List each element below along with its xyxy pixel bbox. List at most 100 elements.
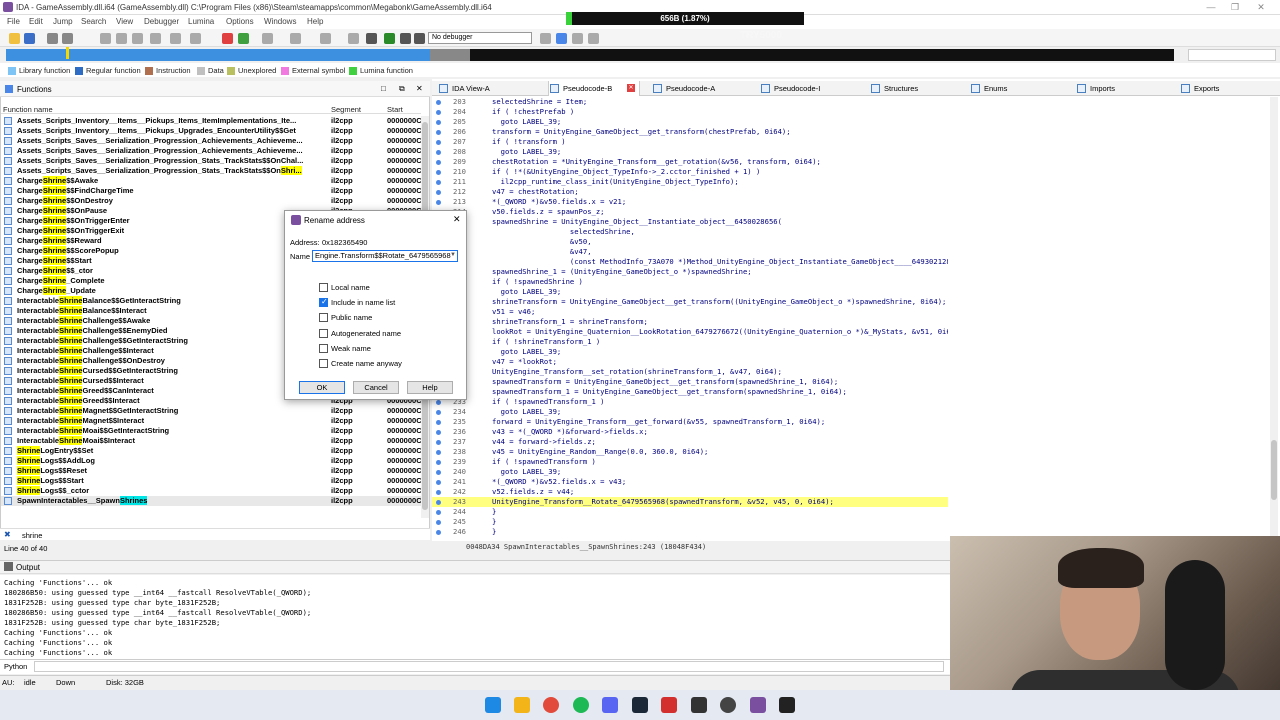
breakpoint-dot-icon[interactable] bbox=[436, 110, 441, 115]
name-input[interactable]: Engine.Transform$$Rotate_6479565968 bbox=[312, 250, 458, 262]
code-line[interactable]: 218 &v47, bbox=[432, 247, 948, 257]
code-line[interactable]: 221if ( !spawnedShrine ) bbox=[432, 277, 948, 287]
code-line[interactable]: 235 forward = UnityEngine_Transform__get_… bbox=[432, 417, 948, 427]
function-row[interactable]: InteractableShrineMagnet$$GetInteractStr… bbox=[1, 406, 422, 416]
code-line[interactable]: 206 transform = UnityEngine_GameObject__g… bbox=[432, 127, 948, 137]
menu-help[interactable]: Help bbox=[307, 17, 323, 26]
filter-input[interactable]: shrine bbox=[22, 531, 42, 540]
tab-ida-view-a[interactable]: IDA View-A bbox=[438, 81, 534, 96]
breakpoint-dot-icon[interactable] bbox=[436, 170, 441, 175]
code-line[interactable]: 230UnityEngine_Transform__set_rotation(s… bbox=[432, 367, 948, 377]
toolbar-tool-icon[interactable] bbox=[556, 33, 567, 44]
function-row[interactable]: ShrineLogs$$Reset il2cpp 0000000C bbox=[1, 466, 422, 476]
run-icon[interactable] bbox=[384, 33, 395, 44]
toolbar-tool-icon[interactable] bbox=[290, 33, 301, 44]
code-line[interactable]: 208 goto LABEL_39; bbox=[432, 147, 948, 157]
function-row[interactable]: ShrineLogs$$Start il2cpp 0000000C bbox=[1, 476, 422, 486]
python-selector[interactable]: Python bbox=[4, 662, 27, 671]
save-icon[interactable] bbox=[24, 33, 35, 44]
code-line[interactable]: 226lookRot = UnityEngine_Quaternion__Loo… bbox=[432, 327, 948, 337]
breakpoint-dot-icon[interactable] bbox=[436, 530, 441, 535]
menu-windows[interactable]: Windows bbox=[264, 17, 296, 26]
code-line[interactable]: 219 (const MethodInfo_73A070 *)Method_Un… bbox=[432, 257, 948, 267]
code-line[interactable]: 203 selectedShrine = Item; bbox=[432, 97, 948, 107]
restore-panel-icon[interactable]: □ bbox=[381, 84, 386, 93]
code-line[interactable]: 240 goto LABEL_39; bbox=[432, 467, 948, 477]
breakpoint-dot-icon[interactable] bbox=[436, 460, 441, 465]
breakpoint-dot-icon[interactable] bbox=[436, 180, 441, 185]
function-row[interactable]: InteractableShrineMagnet$$Interact il2cpp… bbox=[1, 416, 422, 426]
column-start[interactable]: Start bbox=[387, 105, 403, 114]
code-line[interactable]: 210 if ( !*(&UnityEngine_Object_TypeInfo-… bbox=[432, 167, 948, 177]
column-function-name[interactable]: Function name bbox=[3, 105, 53, 114]
dialog-close-icon[interactable]: ✕ bbox=[453, 214, 461, 225]
code-line[interactable]: 245} bbox=[432, 517, 948, 527]
app-icon[interactable] bbox=[661, 697, 677, 713]
code-line[interactable]: 233 if ( !spawnedTransform_1 ) bbox=[432, 397, 948, 407]
breakpoint-dot-icon[interactable] bbox=[436, 200, 441, 205]
breakpoint-dot-icon[interactable] bbox=[436, 490, 441, 495]
breakpoint-dot-icon[interactable] bbox=[436, 440, 441, 445]
code-line[interactable]: 236 v43 = *(_QWORD *)&forward->fields.x; bbox=[432, 427, 948, 437]
toolbar-tool-icon[interactable] bbox=[238, 33, 249, 44]
stop-icon[interactable] bbox=[366, 33, 377, 44]
file-explorer-icon[interactable] bbox=[514, 697, 530, 713]
filter-clear-icon[interactable]: ✖ bbox=[4, 530, 11, 539]
function-row[interactable]: ShrineLogEntry$$Set il2cpp 0000000C bbox=[1, 446, 422, 456]
menu-edit[interactable]: Edit bbox=[29, 17, 43, 26]
code-line[interactable]: 205 goto LABEL_39; bbox=[432, 117, 948, 127]
windows-start-icon[interactable] bbox=[485, 697, 501, 713]
toolbar-tool-icon[interactable] bbox=[132, 33, 143, 44]
tab-imports[interactable]: Imports bbox=[1076, 81, 1172, 96]
tab-pseudocode-a[interactable]: Pseudocode-A bbox=[652, 81, 748, 96]
toolbar-tool-icon[interactable] bbox=[348, 33, 359, 44]
breakpoint-dot-icon[interactable] bbox=[436, 160, 441, 165]
code-line[interactable]: 227if ( !shrineTransform_1 ) bbox=[432, 337, 948, 347]
toolbar-tool-icon[interactable] bbox=[262, 33, 273, 44]
breakpoint-dot-icon[interactable] bbox=[436, 470, 441, 475]
code-line[interactable]: 216 selectedShrine, bbox=[432, 227, 948, 237]
app-icon[interactable] bbox=[720, 697, 736, 713]
local-name-checkbox[interactable] bbox=[319, 283, 328, 292]
breakpoint-dot-icon[interactable] bbox=[436, 480, 441, 485]
code-line[interactable]: 234 goto LABEL_39; bbox=[432, 407, 948, 417]
code-line[interactable]: 238 v45 = UnityEngine_Random__Range(0.0, … bbox=[432, 447, 948, 457]
code-line[interactable]: 215spawnedShrine = UnityEngine_Object__I… bbox=[432, 217, 948, 227]
breakpoint-dot-icon[interactable] bbox=[436, 410, 441, 415]
python-input[interactable] bbox=[34, 661, 944, 672]
toolbar-tool-icon[interactable] bbox=[150, 33, 161, 44]
close-icon[interactable]: ✕ bbox=[1254, 2, 1268, 12]
public-name-checkbox[interactable] bbox=[319, 313, 328, 322]
minimize-icon[interactable]: — bbox=[1204, 2, 1218, 12]
breakpoint-dot-icon[interactable] bbox=[436, 130, 441, 135]
function-row[interactable]: ChargeShrine$$FindChargeTime il2cpp 000000… bbox=[1, 186, 422, 196]
menu-file[interactable]: File bbox=[7, 17, 20, 26]
discord-icon[interactable] bbox=[602, 697, 618, 713]
ok-button[interactable]: OK bbox=[299, 381, 345, 394]
code-line[interactable]: 220spawnedShrine_1 = (UnityEngine_GameOb… bbox=[432, 267, 948, 277]
code-line[interactable]: 229v47 = *lookRot; bbox=[432, 357, 948, 367]
help-button[interactable]: Help bbox=[407, 381, 453, 394]
function-row[interactable]: Assets_Scripts_Saves__Serialization_Prog… bbox=[1, 136, 422, 146]
weak-name-checkbox[interactable] bbox=[319, 344, 328, 353]
breakpoint-dot-icon[interactable] bbox=[436, 120, 441, 125]
app-icon[interactable] bbox=[779, 697, 795, 713]
code-line[interactable]: 224v51 = v46; bbox=[432, 307, 948, 317]
function-row[interactable]: InteractableShrineMoai$$GetInteractStrin… bbox=[1, 426, 422, 436]
toolbar-tool-icon[interactable] bbox=[320, 33, 331, 44]
toolbar-tool-icon[interactable] bbox=[588, 33, 599, 44]
breakpoint-dot-icon[interactable] bbox=[436, 190, 441, 195]
toolbar-tool-icon[interactable] bbox=[222, 33, 233, 44]
code-line[interactable]: 237 v44 = forward->fields.z; bbox=[432, 437, 948, 447]
toolbar-tool-icon[interactable] bbox=[116, 33, 127, 44]
menu-jump[interactable]: Jump bbox=[53, 17, 73, 26]
breakpoint-dot-icon[interactable] bbox=[436, 500, 441, 505]
breakpoint-dot-icon[interactable] bbox=[436, 100, 441, 105]
pause-icon[interactable] bbox=[400, 33, 411, 44]
toolbar-tool-icon[interactable] bbox=[170, 33, 181, 44]
code-line[interactable]: 204 if ( !chestPrefab ) bbox=[432, 107, 948, 117]
menu-lumina[interactable]: Lumina bbox=[188, 17, 214, 26]
output-log[interactable]: Caching 'Functions'... ok 180286B50: usin… bbox=[0, 575, 950, 659]
code-line[interactable]: 242 v52.fields.z = v44; bbox=[432, 487, 948, 497]
code-line[interactable]: 228 goto LABEL_39; bbox=[432, 347, 948, 357]
